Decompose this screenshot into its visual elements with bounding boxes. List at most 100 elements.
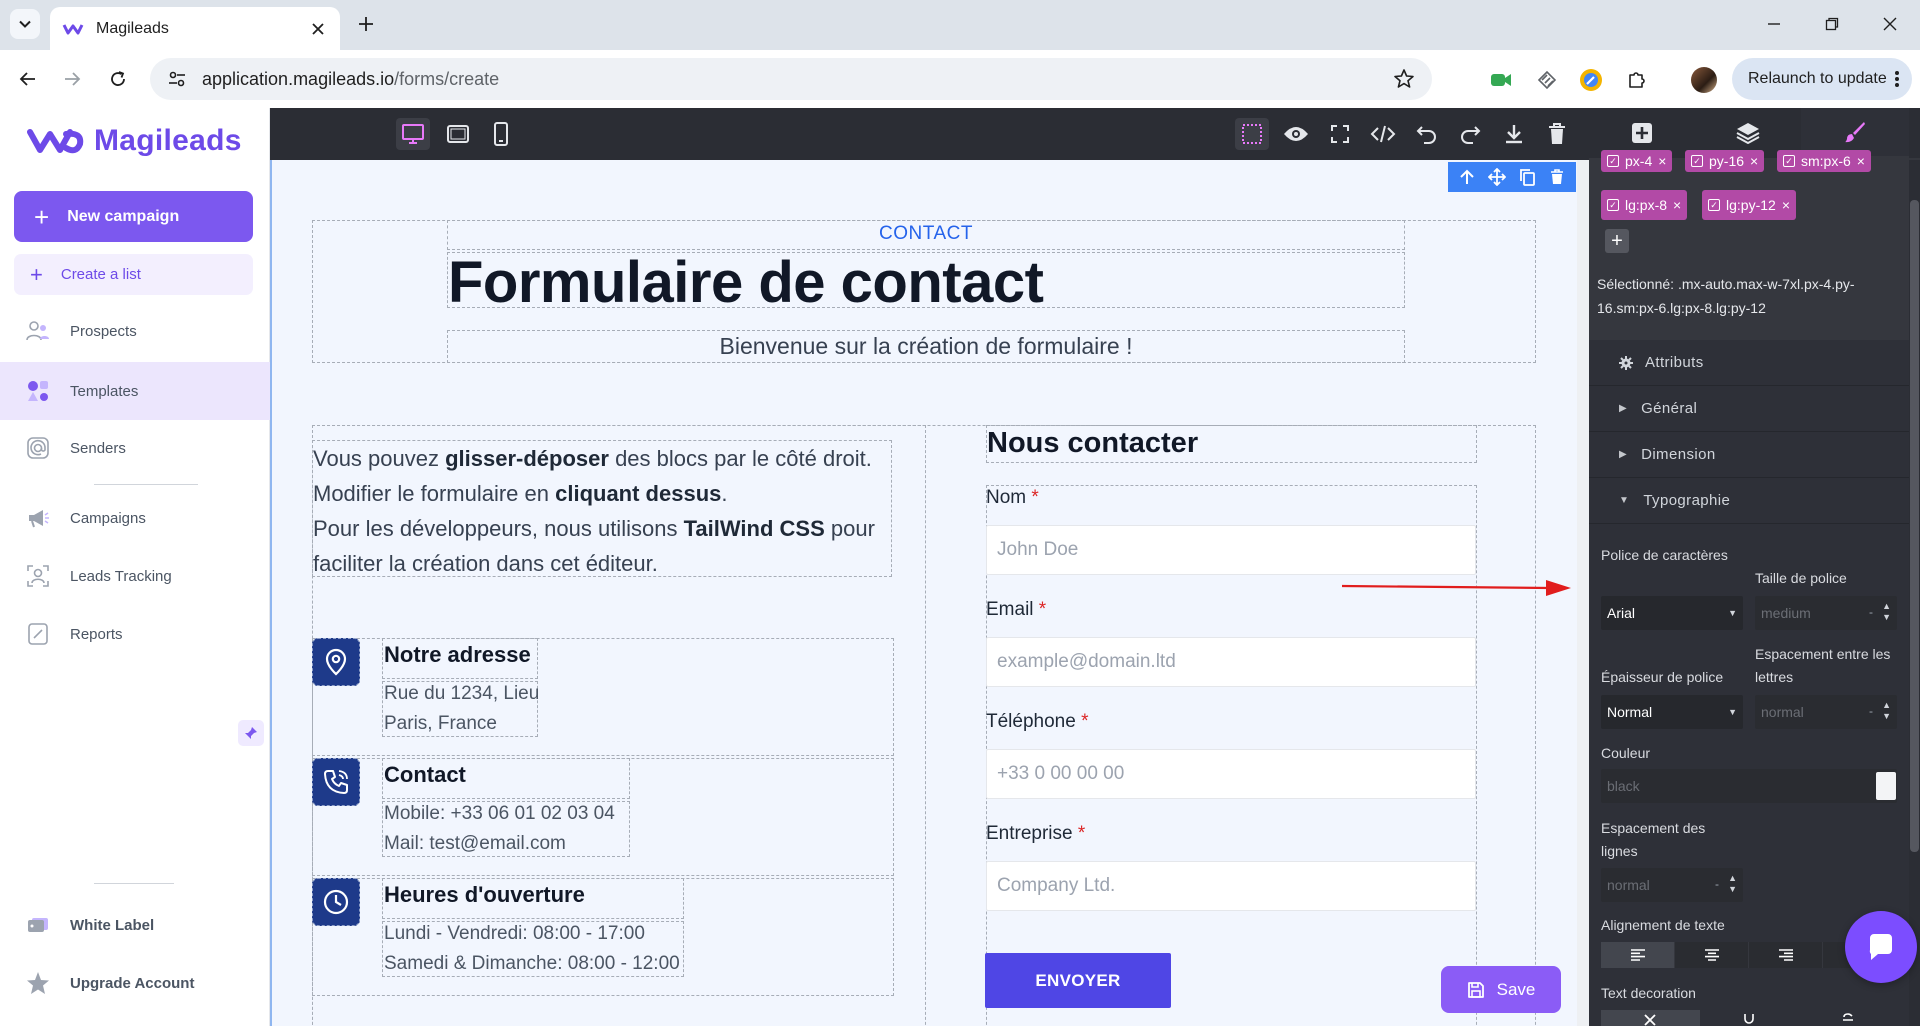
class-tag-py-16[interactable]: ✓ py-16 × (1685, 150, 1765, 172)
extensions-puzzle-icon[interactable] (1624, 67, 1650, 93)
sidebar-item-label: Leads Tracking (70, 567, 172, 585)
align-left-button[interactable] (1601, 942, 1675, 968)
pencil-extension-icon[interactable] (1578, 67, 1604, 93)
remove-tag-icon[interactable]: × (1857, 153, 1865, 169)
relaunch-to-update-button[interactable]: Relaunch to update (1732, 58, 1912, 100)
move-button[interactable] (1485, 165, 1509, 189)
sidebar-item-templates[interactable]: Templates (0, 362, 270, 420)
checkbox-icon[interactable]: ✓ (1783, 155, 1795, 167)
forward-button[interactable] (58, 65, 86, 93)
clear-canvas-button[interactable] (1540, 118, 1574, 150)
app-logo[interactable]: Magileads (26, 124, 242, 158)
minimize-window-button[interactable] (1762, 12, 1786, 36)
remove-tag-icon[interactable]: × (1750, 153, 1758, 169)
undo-button[interactable] (1410, 118, 1444, 150)
device-mobile-button[interactable] (484, 118, 518, 150)
caret-right-icon: ▶ (1619, 403, 1628, 414)
sidebar-item-prospects[interactable]: Prospects (0, 303, 270, 359)
sidebar-item-campaigns[interactable]: Campaigns (0, 490, 270, 546)
heading-block[interactable]: Formulaire de contact (447, 250, 1405, 315)
address-bar[interactable]: application.magileads.io/forms/create (150, 58, 1432, 100)
tab-search-button[interactable] (10, 9, 40, 39)
view-code-button[interactable] (1366, 118, 1400, 150)
create-list-button[interactable]: + Create a list (14, 254, 253, 295)
bookmark-star-icon[interactable] (1392, 67, 1416, 91)
color-input[interactable]: black (1601, 769, 1897, 803)
back-button[interactable] (14, 65, 42, 93)
remove-tag-icon[interactable]: × (1782, 197, 1790, 213)
envoyer-button[interactable]: ENVOYER (985, 953, 1171, 1008)
nom-input[interactable]: John Doe (986, 525, 1476, 575)
pin-sidebar-button[interactable] (238, 720, 264, 746)
delete-element-button[interactable] (1545, 165, 1569, 189)
class-tag-px-4[interactable]: ✓ px-4 × (1601, 150, 1673, 172)
checkbox-icon[interactable]: ✓ (1607, 155, 1619, 167)
align-right-button[interactable] (1749, 942, 1823, 968)
class-tag-lg-px-8[interactable]: ✓ lg:px-8 × (1601, 190, 1688, 220)
form-title-block[interactable]: Nous contacter (986, 425, 1477, 463)
restore-window-button[interactable] (1820, 12, 1844, 36)
decoration-underline-button[interactable] (1700, 1010, 1799, 1026)
chat-support-button[interactable] (1845, 911, 1917, 983)
close-window-button[interactable] (1878, 12, 1902, 36)
chat-icon (1869, 934, 1892, 960)
intro-block[interactable]: Vous pouvez glisser-déposer des blocs pa… (312, 440, 892, 577)
fullscreen-button[interactable] (1323, 118, 1357, 150)
sidebar-item-reports[interactable]: Reports (0, 606, 270, 662)
export-button[interactable] (1497, 118, 1531, 150)
close-icon (1644, 1014, 1656, 1026)
duplicate-button[interactable] (1515, 165, 1539, 189)
remove-tag-icon[interactable]: × (1673, 197, 1681, 213)
letter-spacing-input[interactable]: normal - ▲ ▼ (1755, 695, 1897, 729)
eyebrow-block[interactable]: CONTACT (447, 220, 1405, 250)
canvas-scrollbar[interactable] (1577, 160, 1589, 1026)
font-weight-select[interactable]: Normal ▼ (1601, 695, 1743, 729)
email-input[interactable]: example@domain.ltd (986, 637, 1476, 687)
save-button[interactable]: Save (1441, 966, 1561, 1013)
checkbox-icon[interactable]: ✓ (1691, 155, 1703, 167)
panel-scrollbar-thumb[interactable] (1910, 200, 1919, 852)
class-tag-lg-py-12[interactable]: ✓ lg:py-12 × (1702, 190, 1796, 220)
tag-extension-icon[interactable] (1534, 67, 1560, 93)
device-tablet-button[interactable] (441, 118, 475, 150)
sidebar-item-leads-tracking[interactable]: Leads Tracking (0, 548, 270, 604)
reload-button[interactable] (104, 65, 132, 93)
profile-avatar[interactable] (1691, 67, 1717, 93)
device-desktop-button[interactable] (396, 118, 430, 150)
stepper-icon[interactable]: ▲ ▼ (1882, 601, 1891, 623)
align-center-button[interactable] (1675, 942, 1749, 968)
preview-button[interactable] (1279, 118, 1313, 150)
remove-tag-icon[interactable]: × (1658, 153, 1666, 169)
color-swatch[interactable] (1876, 772, 1896, 800)
add-class-button[interactable]: + (1605, 229, 1629, 253)
select-parent-button[interactable] (1455, 165, 1479, 189)
sector-attributs[interactable]: Attributs (1589, 340, 1920, 386)
checkbox-icon[interactable]: ✓ (1708, 199, 1720, 211)
sector-typographie[interactable]: ▼ Typographie (1589, 478, 1920, 524)
entreprise-input[interactable]: Company Ltd. (986, 861, 1476, 911)
decoration-strikethrough-button[interactable] (1798, 1010, 1897, 1026)
sidebar-item-senders[interactable]: Senders (0, 420, 270, 476)
sidebar-item-upgrade-account[interactable]: Upgrade Account (0, 959, 270, 1007)
tab-close-button[interactable] (308, 19, 328, 39)
new-campaign-button[interactable]: + New campaign (14, 191, 253, 242)
show-borders-button[interactable] (1235, 118, 1269, 150)
font-family-select[interactable]: Arial ▼ (1601, 596, 1743, 630)
browser-tab-active[interactable]: Magileads (50, 7, 340, 50)
class-tag-sm-px-6[interactable]: ✓ sm:px-6 × (1777, 150, 1871, 172)
sector-general[interactable]: ▶ Général (1589, 386, 1920, 432)
subtitle-block[interactable]: Bienvenue sur la création de formulaire … (447, 330, 1405, 363)
text-align-label: Alignement de texte (1601, 917, 1725, 933)
sidebar-item-white-label[interactable]: White Label (0, 901, 270, 949)
new-tab-button[interactable] (354, 12, 378, 36)
stepper-icon[interactable]: ▲ ▼ (1882, 700, 1891, 722)
sector-dimension[interactable]: ▶ Dimension (1589, 432, 1920, 478)
redo-button[interactable] (1453, 118, 1487, 150)
checkbox-icon[interactable]: ✓ (1607, 199, 1619, 211)
meet-extension-icon[interactable] (1488, 67, 1514, 93)
stepper-icon[interactable]: ▲ ▼ (1728, 873, 1737, 895)
font-size-input[interactable]: medium - ▲ ▼ (1755, 596, 1897, 630)
line-height-input[interactable]: normal - ▲ ▼ (1601, 868, 1743, 902)
decoration-none-button[interactable] (1601, 1010, 1700, 1026)
telephone-input[interactable]: +33 0 00 00 00 (986, 749, 1476, 799)
